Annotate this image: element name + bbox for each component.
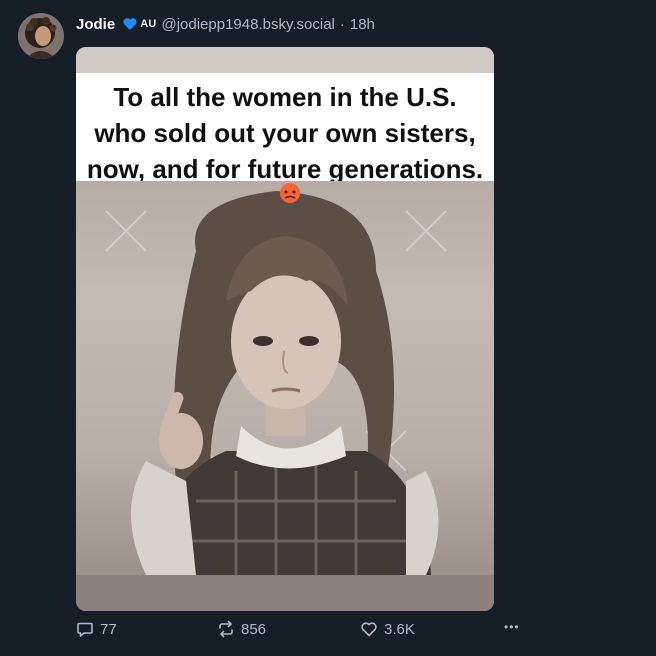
image-caption: To all the women in the U.S. who sold ou… [76,73,494,184]
photo [76,181,494,575]
like-button[interactable]: 3.6K [360,620,415,638]
repost-count: 856 [241,620,267,638]
reply-button[interactable]: 77 [76,620,117,638]
repost-icon [219,620,233,638]
country-badge: AU [140,18,157,30]
repost-button[interactable]: 856 [217,620,266,638]
girl-photo-illustration [105,183,447,575]
avatar-image [18,13,64,59]
post: Jodie AU @jodiepp1948.bsky.social · 18h … [0,0,656,656]
reply-count: 77 [100,620,117,638]
more-icon: ••• [504,620,520,634]
author-avatar[interactable] [18,13,64,59]
separator-dot: · [339,15,345,33]
author-display-name[interactable]: Jodie [76,16,115,33]
caption-line: To all the women in the U.S. [113,82,457,112]
post-image[interactable]: To all the women in the U.S. who sold ou… [76,47,494,611]
heart-icon [122,16,138,32]
image-top-strip [76,47,494,73]
author-handle[interactable]: @jodiepp1948.bsky.social [161,16,334,33]
like-icon [361,622,377,637]
image-bottom-strip [76,575,494,611]
more-options-button[interactable]: ••• [504,620,520,634]
like-count: 3.6K [384,620,415,638]
reply-icon [77,622,93,637]
post-actions: 77 856 3.6K ••• [76,620,536,642]
post-timestamp[interactable]: 18h [350,16,375,33]
post-header: Jodie AU @jodiepp1948.bsky.social · 18h [76,14,375,34]
caption-line: who sold out your own sisters, [94,118,476,148]
